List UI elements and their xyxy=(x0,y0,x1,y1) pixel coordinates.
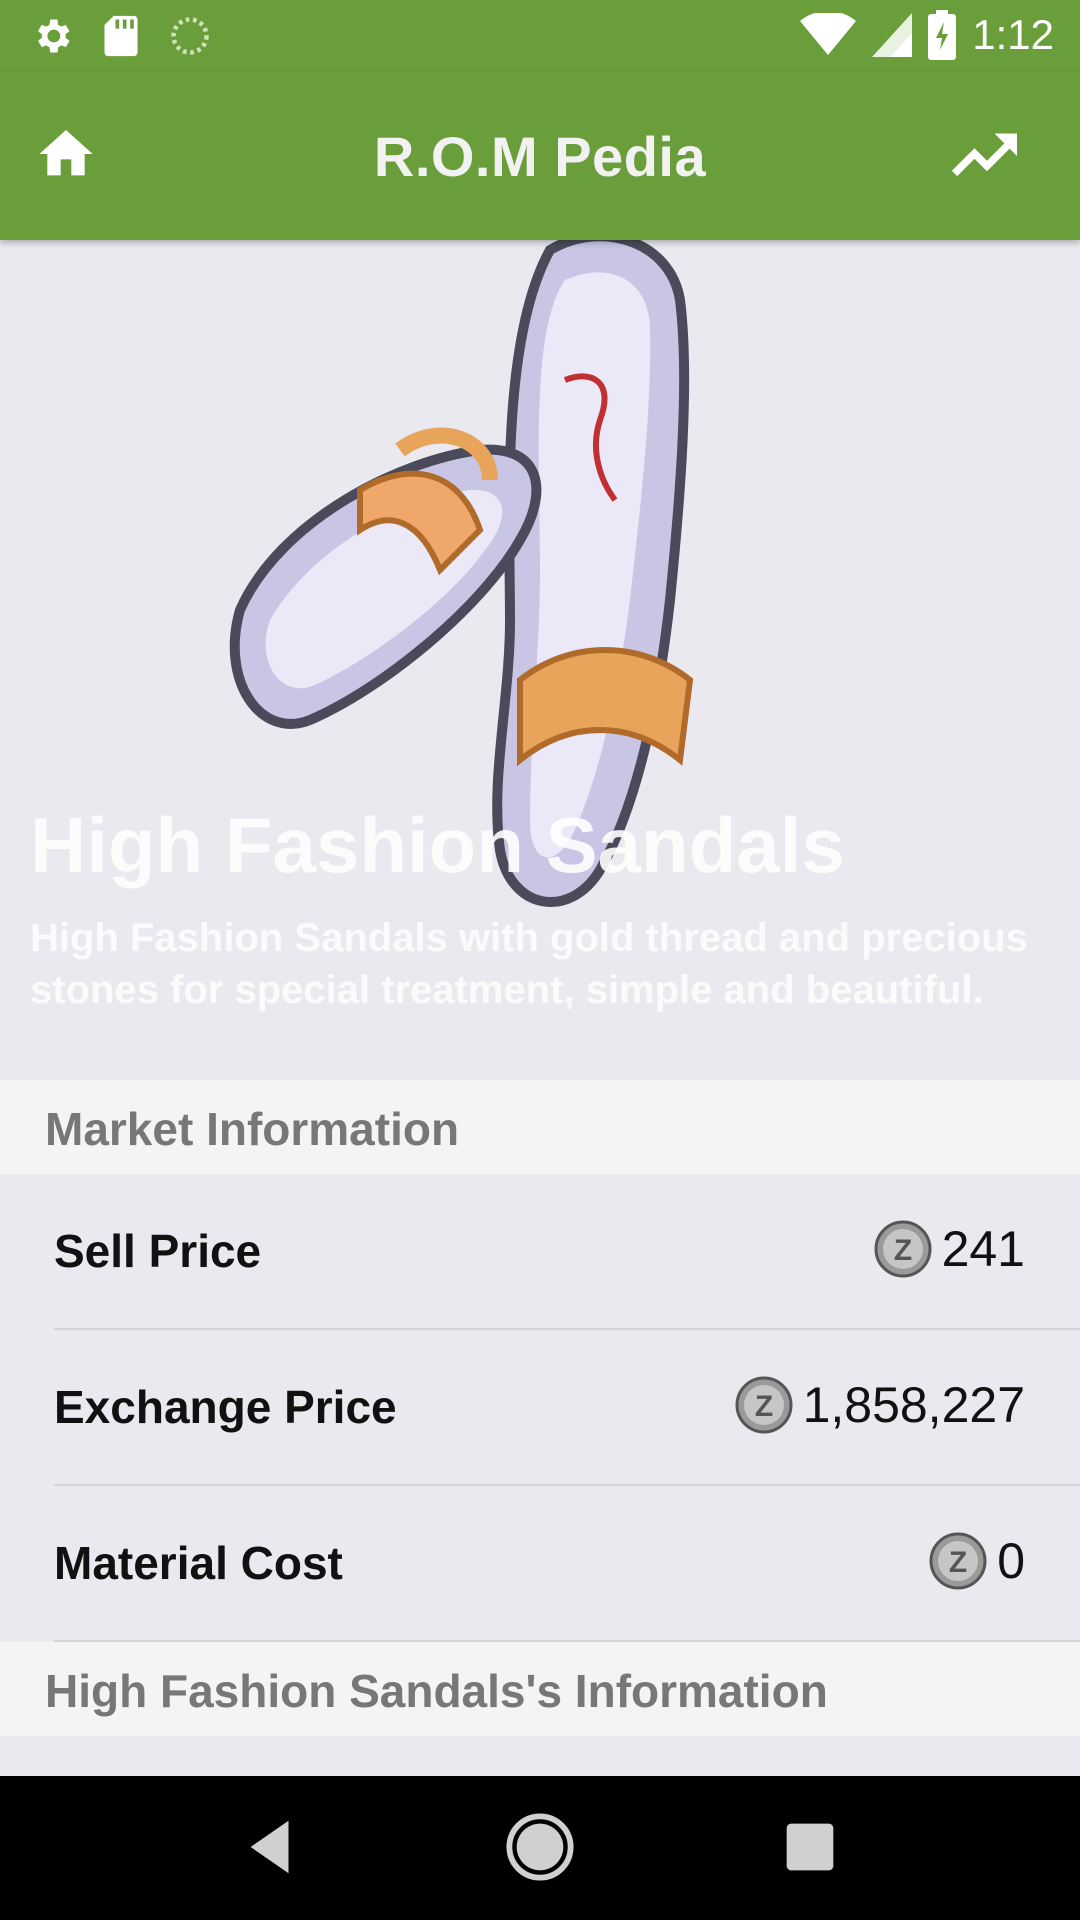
item-description: High Fashion Sandals with gold thread an… xyxy=(30,916,1028,1012)
zeny-coin-icon: Z xyxy=(929,1532,987,1590)
recents-icon xyxy=(786,1823,834,1871)
signal-icon xyxy=(872,13,913,57)
home-circle-icon xyxy=(506,1813,574,1881)
zeny-coin-icon: Z xyxy=(874,1220,932,1278)
recents-button[interactable] xyxy=(775,1812,845,1882)
market-info-header: Market Information xyxy=(0,1080,1080,1174)
material-cost-label: Material Cost xyxy=(54,1537,343,1589)
svg-text:Z: Z xyxy=(949,1546,967,1579)
sell-price-label: Sell Price xyxy=(54,1225,262,1277)
exchange-price-value: 1,858,227 xyxy=(802,1377,1025,1433)
app-title: R.O.M Pedia xyxy=(373,125,707,188)
sd-card-icon xyxy=(104,15,138,57)
sell-price-value: 241 xyxy=(941,1221,1025,1277)
back-icon xyxy=(250,1820,289,1874)
material-cost-value-group: Z 0 xyxy=(929,1532,1025,1590)
sell-price-value-group: Z 241 xyxy=(874,1220,1025,1278)
loading-icon xyxy=(171,17,209,55)
status-time: 1:12 xyxy=(972,11,1054,58)
material-cost-value: 0 xyxy=(997,1533,1025,1589)
sell-price-row[interactable]: Sell Price Z 241 xyxy=(0,1174,1080,1330)
exchange-price-label: Exchange Price xyxy=(54,1381,397,1433)
back-button[interactable] xyxy=(236,1812,306,1882)
item-hero: High Fashion Sandals High Fashion Sandal… xyxy=(0,240,1080,1080)
item-title: High Fashion Sandals xyxy=(30,801,845,889)
svg-text:Z: Z xyxy=(754,1390,772,1423)
status-bar: 1:12 xyxy=(0,0,1080,72)
navigation-bar xyxy=(0,1776,1080,1920)
item-info-header: High Fashion Sandals's Information xyxy=(0,1642,1080,1736)
trending-up-icon xyxy=(951,133,1017,177)
wifi-icon xyxy=(800,13,857,55)
svg-text:Z: Z xyxy=(893,1234,911,1267)
material-cost-row[interactable]: Material Cost Z 0 xyxy=(0,1486,1080,1642)
exchange-price-value-group: Z 1,858,227 xyxy=(735,1376,1025,1434)
app-bar: R.O.M Pedia xyxy=(0,72,1080,240)
market-info-title: Market Information xyxy=(45,1103,460,1155)
battery-charging-icon xyxy=(928,10,957,60)
settings-icon xyxy=(38,19,70,53)
trending-button[interactable] xyxy=(951,128,1022,184)
zeny-coin-icon: Z xyxy=(735,1376,793,1434)
item-info-title: High Fashion Sandals's Information xyxy=(45,1665,828,1717)
home-nav-button[interactable] xyxy=(505,1812,575,1882)
exchange-price-row[interactable]: Exchange Price Z 1,858,227 xyxy=(0,1330,1080,1486)
